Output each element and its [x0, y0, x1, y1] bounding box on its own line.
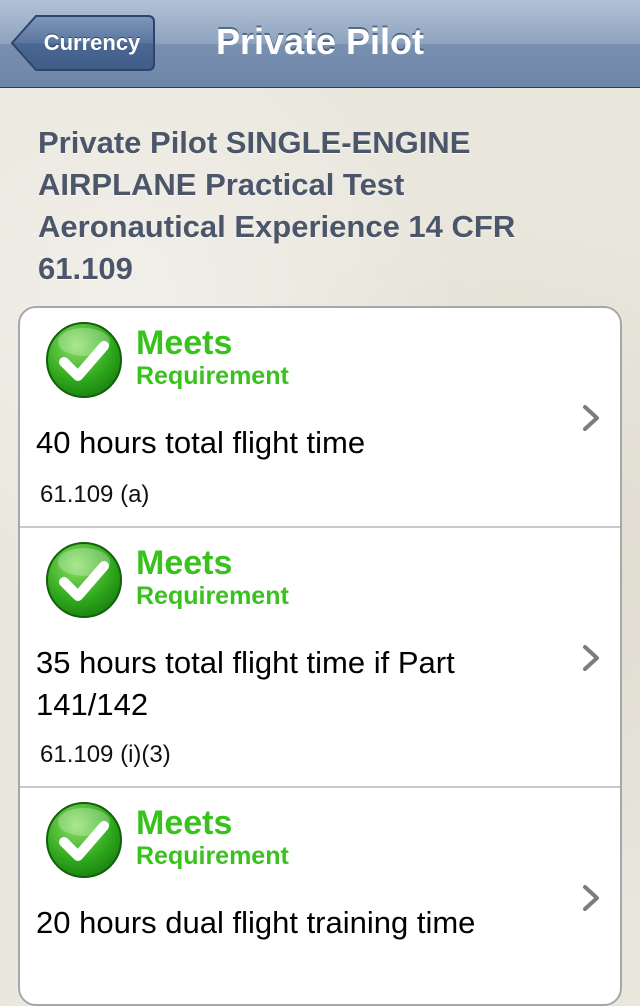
requirement-reference: 61.109 (i)(3): [40, 741, 171, 768]
back-button-label: Currency: [43, 30, 141, 55]
status-title: Meets: [136, 544, 233, 582]
requirements-list: Meets Requirement 40 hours total flight …: [18, 306, 622, 1006]
requirement-row[interactable]: Meets Requirement 35 hours total flight …: [20, 528, 620, 788]
requirement-title: 20 hours dual flight training time: [36, 905, 476, 940]
check-circle-icon: [46, 322, 122, 398]
status-subtitle: Requirement: [136, 582, 289, 610]
requirement-title: 35 hours total flight time if Part 141/1…: [36, 645, 455, 722]
check-circle-icon: [46, 542, 122, 618]
requirement-title: 40 hours total flight time: [36, 425, 366, 460]
chevron-right-icon: [583, 645, 599, 671]
check-circle-icon: [46, 802, 122, 878]
chevron-right-icon: [583, 405, 599, 431]
status-subtitle: Requirement: [136, 842, 289, 870]
requirement-row[interactable]: Meets Requirement 20 hours dual flight t…: [20, 788, 620, 1004]
requirement-row[interactable]: Meets Requirement 40 hours total flight …: [20, 308, 620, 528]
status-title: Meets: [136, 804, 233, 842]
status-title: Meets: [136, 324, 233, 362]
status-subtitle: Requirement: [136, 362, 289, 390]
navigation-bar: Currency Private Pilot: [0, 0, 640, 88]
requirement-reference: 61.109 (a): [40, 481, 150, 508]
nav-title: Private Pilot: [215, 21, 425, 62]
chevron-right-icon: [583, 885, 599, 911]
section-header: Private Pilot SINGLE-ENGINE AIRPLANE Pra…: [38, 125, 516, 286]
back-button[interactable]: Currency: [10, 14, 156, 72]
